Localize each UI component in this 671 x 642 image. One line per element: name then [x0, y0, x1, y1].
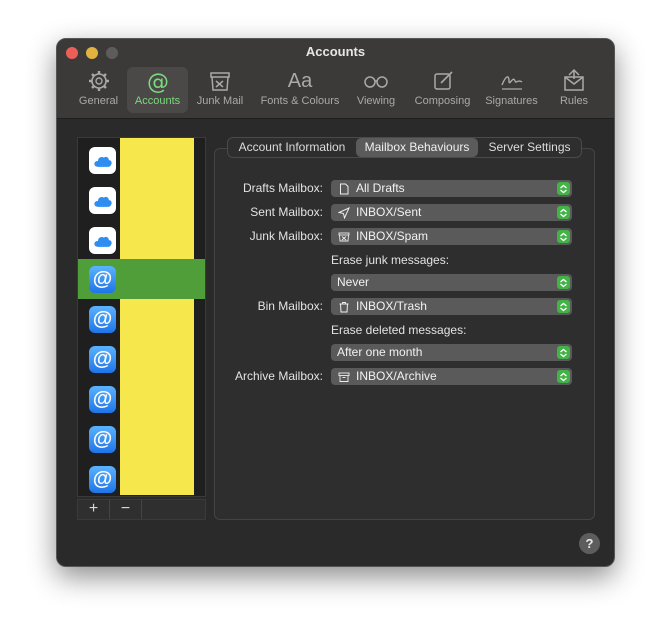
chevron-updown-icon	[557, 206, 570, 219]
at-icon: @	[89, 266, 116, 293]
tab-composing[interactable]: Composing	[410, 67, 475, 113]
tab-junk-mail-label: Junk Mail	[196, 95, 244, 107]
tab-rules[interactable]: Rules	[549, 67, 599, 113]
icloud-icon	[89, 227, 116, 254]
chevron-updown-icon	[557, 230, 570, 243]
chevron-updown-icon	[557, 300, 570, 313]
tab-accounts-label: Accounts	[134, 95, 181, 107]
tab-composing-label: Composing	[414, 95, 471, 107]
gear-icon	[71, 67, 126, 95]
erase-junk-popup[interactable]: Never	[331, 274, 572, 291]
add-account-button[interactable]: +	[78, 500, 110, 519]
drafts-mailbox-value: All Drafts	[356, 181, 405, 195]
title-bar: Accounts General @ Accounts Junk Mail Aa…	[57, 39, 614, 119]
tab-viewing[interactable]: Viewing	[351, 67, 401, 113]
tab-fonts-colours-label: Fonts & Colours	[260, 95, 340, 107]
tab-accounts[interactable]: @ Accounts	[127, 67, 188, 113]
account-row-mail[interactable]: @	[78, 419, 205, 459]
icloud-icon	[89, 147, 116, 174]
archive-box-icon	[337, 370, 351, 384]
window-title: Accounts	[305, 44, 366, 59]
drafts-mailbox-label: Drafts Mailbox:	[242, 181, 323, 195]
at-icon: @	[89, 306, 116, 333]
tab-general[interactable]: General	[71, 67, 126, 113]
bin-mailbox-popup[interactable]: INBOX/Trash	[331, 298, 572, 315]
paper-plane-icon	[337, 206, 351, 220]
bin-mailbox-label: Bin Mailbox:	[257, 299, 323, 313]
remove-account-button[interactable]: −	[110, 500, 142, 519]
tab-signatures[interactable]: Signatures	[481, 67, 542, 113]
tab-fonts-colours[interactable]: Aa Fonts & Colours	[254, 67, 346, 113]
bin-mailbox-value: INBOX/Trash	[356, 299, 427, 313]
account-tabs: Account Information Mailbox Behaviours S…	[227, 137, 582, 158]
archive-mailbox-value: INBOX/Archive	[356, 369, 437, 383]
tab-viewing-label: Viewing	[356, 95, 396, 107]
chevron-updown-icon	[557, 182, 570, 195]
help-button[interactable]: ?	[579, 533, 600, 554]
junk-mailbox-popup[interactable]: INBOX/Spam	[331, 228, 572, 245]
fonts-icon: Aa	[287, 70, 313, 92]
erase-deleted-label: Erase deleted messages:	[331, 323, 467, 337]
junk-mail-icon	[190, 67, 250, 95]
sent-mailbox-popup[interactable]: INBOX/Sent	[331, 204, 572, 221]
accounts-window: Accounts General @ Accounts Junk Mail Aa…	[56, 38, 615, 567]
compose-icon	[410, 67, 475, 95]
junk-mailbox-label: Junk Mailbox:	[249, 229, 323, 243]
glasses-icon	[351, 67, 401, 95]
account-row-mail[interactable]: @	[78, 459, 205, 499]
tab-general-label: General	[78, 95, 119, 107]
at-icon: @	[89, 386, 116, 413]
accounts-list-footer: + −	[77, 499, 206, 520]
erase-junk-label: Erase junk messages:	[331, 253, 450, 267]
svg-text:@: @	[147, 70, 169, 95]
tab-rules-label: Rules	[559, 95, 589, 107]
tab-signatures-label: Signatures	[485, 95, 538, 107]
erase-junk-value: Never	[337, 275, 370, 289]
at-icon: @	[127, 67, 188, 95]
archive-mailbox-label: Archive Mailbox:	[234, 369, 323, 383]
tab-mailbox-behaviours[interactable]: Mailbox Behaviours	[356, 138, 478, 157]
at-icon: @	[89, 426, 116, 453]
rules-icon	[549, 67, 599, 95]
drafts-mailbox-popup[interactable]: All Drafts	[331, 180, 572, 197]
account-row-icloud[interactable]	[78, 140, 205, 180]
at-icon: @	[89, 466, 116, 493]
junk-icon	[337, 230, 351, 244]
signature-icon	[481, 67, 542, 95]
account-row-mail-selected[interactable]: @	[78, 259, 205, 299]
account-row-mail[interactable]: @	[78, 379, 205, 419]
erase-deleted-popup[interactable]: After one month	[331, 344, 572, 361]
document-icon	[337, 182, 351, 196]
tab-server-settings[interactable]: Server Settings	[478, 138, 581, 157]
junk-mailbox-value: INBOX/Spam	[356, 229, 429, 243]
tab-account-information[interactable]: Account Information	[228, 138, 356, 157]
at-icon: @	[89, 346, 116, 373]
archive-mailbox-popup[interactable]: INBOX/Archive	[331, 368, 572, 385]
sent-mailbox-value: INBOX/Sent	[356, 205, 422, 219]
erase-deleted-value: After one month	[337, 345, 423, 359]
chevron-updown-icon	[557, 276, 570, 289]
sent-mailbox-label: Sent Mailbox:	[250, 205, 323, 219]
icloud-icon	[89, 187, 116, 214]
chevron-updown-icon	[557, 346, 570, 359]
chevron-updown-icon	[557, 370, 570, 383]
tab-junk-mail[interactable]: Junk Mail	[190, 67, 250, 113]
trash-icon	[337, 300, 351, 314]
